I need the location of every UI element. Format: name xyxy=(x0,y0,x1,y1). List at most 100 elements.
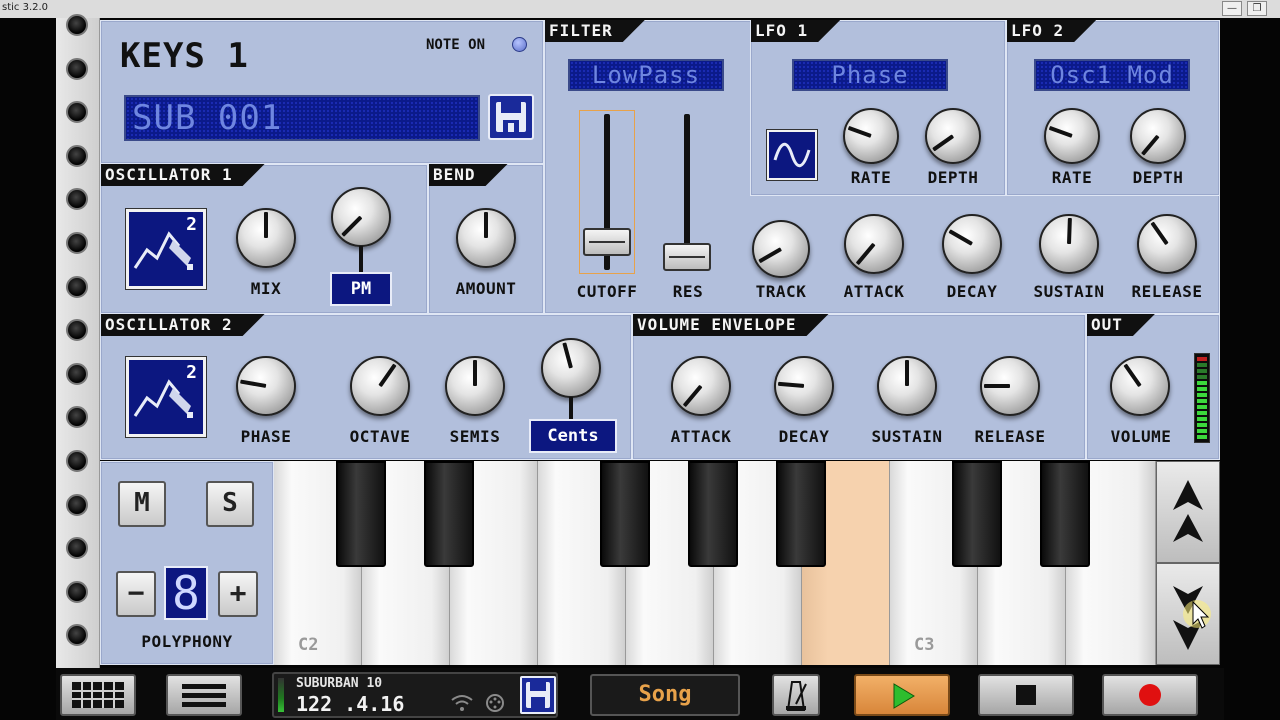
octave-down-button[interactable] xyxy=(1156,563,1220,665)
vol-sustain-knob[interactable] xyxy=(877,356,937,416)
vol-release-knob[interactable] xyxy=(980,356,1040,416)
output-level-meter xyxy=(1194,353,1210,443)
metronome-button[interactable] xyxy=(772,674,820,716)
level-meter-segment xyxy=(1197,423,1207,427)
res-label: RES xyxy=(672,282,704,301)
filter-type-display[interactable]: LowPass xyxy=(568,59,724,91)
bend-amount-knob[interactable] xyxy=(456,208,516,268)
polyphony-increase-button[interactable]: + xyxy=(218,571,258,617)
level-meter-segment xyxy=(1197,417,1207,421)
cents-mode-button[interactable]: Cents xyxy=(529,419,617,453)
lfo2-target-display[interactable]: Osc1 Mod xyxy=(1034,59,1190,91)
osc2-waveform-button[interactable]: 2 xyxy=(126,357,206,437)
osc1-mix-knob[interactable] xyxy=(236,208,296,268)
lfo1-depth-label: DEPTH xyxy=(927,168,979,187)
restore-button[interactable]: ❐ xyxy=(1247,1,1267,16)
volume-envelope-label: VOLUME ENVELOPE xyxy=(633,314,829,336)
pm-mode-button[interactable]: PM xyxy=(330,272,392,306)
piano-black-key[interactable] xyxy=(688,461,738,567)
piano-black-key[interactable] xyxy=(1040,461,1090,567)
level-meter-segment xyxy=(1197,405,1207,409)
oscillator2-label: OSCILLATOR 2 xyxy=(101,314,265,336)
cutoff-slider-handle[interactable] xyxy=(583,228,631,256)
filter-track-label: TRACK xyxy=(755,282,807,301)
polyphony-label: POLYPHONY xyxy=(141,632,233,651)
solo-button[interactable]: S xyxy=(206,481,254,527)
midi-icon xyxy=(486,694,504,712)
cpu-meter xyxy=(278,678,284,712)
machine-title: KEYS 1 xyxy=(120,36,249,76)
filter-decay-knob[interactable] xyxy=(942,214,1002,274)
song-name: SUBURBAN 10 xyxy=(296,676,383,691)
lfo1-waveform-button[interactable] xyxy=(767,130,817,180)
osc1-wave-number: 2 xyxy=(186,214,197,235)
c2-key-label: C2 xyxy=(298,635,319,655)
level-meter-segment xyxy=(1197,399,1207,403)
song-mode-button[interactable]: Song xyxy=(590,674,740,716)
lfo2-depth-knob[interactable] xyxy=(1130,108,1186,164)
piano-keyboard: C2 C3 xyxy=(274,461,1156,665)
save-preset-button[interactable] xyxy=(488,94,534,140)
piano-black-key[interactable] xyxy=(336,461,386,567)
filter-track-knob[interactable] xyxy=(752,220,810,278)
out-volume-label: VOLUME xyxy=(1110,427,1172,446)
mute-button[interactable]: M xyxy=(118,481,166,527)
vol-decay-label: DECAY xyxy=(778,427,830,446)
osc2-phase-knob[interactable] xyxy=(236,356,296,416)
save-song-button[interactable] xyxy=(520,676,556,714)
piano-black-key[interactable] xyxy=(424,461,474,567)
out-volume-knob[interactable] xyxy=(1110,356,1170,416)
play-icon xyxy=(893,683,915,709)
osc2-cents-knob[interactable] xyxy=(541,338,601,398)
lfo1-depth-knob[interactable] xyxy=(925,108,981,164)
sine-wave-icon xyxy=(773,142,811,168)
menu-button[interactable] xyxy=(166,674,242,716)
piano-black-key[interactable] xyxy=(776,461,826,567)
lfo1-rate-label: RATE xyxy=(850,168,892,187)
cutoff-label: CUTOFF xyxy=(576,282,638,301)
octave-up-button[interactable] xyxy=(1156,461,1220,563)
filter-sustain-label: SUSTAIN xyxy=(1033,282,1105,301)
vol-sustain-label: SUSTAIN xyxy=(871,427,943,446)
window-titlebar: stic 3.2.0 — ❐ xyxy=(0,0,1280,18)
lfo1-target-display[interactable]: Phase xyxy=(792,59,948,91)
rack-view-button[interactable] xyxy=(60,674,136,716)
rack-screw-hole xyxy=(66,57,88,80)
filter-release-knob[interactable] xyxy=(1137,214,1197,274)
filter-sustain-knob[interactable] xyxy=(1039,214,1099,274)
osc1-waveform-button[interactable]: 2 xyxy=(126,209,206,289)
piano-black-key[interactable] xyxy=(952,461,1002,567)
lfo1-rate-knob[interactable] xyxy=(843,108,899,164)
record-icon xyxy=(1139,684,1161,706)
oscillator1-label: OSCILLATOR 1 xyxy=(101,164,265,186)
play-button[interactable] xyxy=(854,674,950,716)
vol-decay-knob[interactable] xyxy=(774,356,834,416)
osc2-octave-knob[interactable] xyxy=(350,356,410,416)
lfo2-rate-label: RATE xyxy=(1051,168,1093,187)
vol-attack-knob[interactable] xyxy=(671,356,731,416)
rack-screw-hole xyxy=(66,580,88,603)
record-button[interactable] xyxy=(1102,674,1198,716)
preset-name-display[interactable]: SUB 001 xyxy=(124,95,480,141)
grid-icon xyxy=(72,682,124,708)
bend-amount-label: AMOUNT xyxy=(455,279,517,298)
res-slider-handle[interactable] xyxy=(663,243,711,271)
osc2-semis-knob[interactable] xyxy=(445,356,505,416)
polyphony-decrease-button[interactable]: − xyxy=(116,571,156,617)
note-on-led xyxy=(512,37,527,52)
piano-black-key[interactable] xyxy=(600,461,650,567)
minimize-button[interactable]: — xyxy=(1222,1,1242,16)
osc1-pm-knob[interactable] xyxy=(331,187,391,247)
note-on-label: NOTE ON xyxy=(426,37,486,53)
rack-screw-hole xyxy=(66,14,88,36)
stop-button[interactable] xyxy=(978,674,1074,716)
filter-release-label: RELEASE xyxy=(1131,282,1203,301)
hamburger-menu-icon xyxy=(182,684,226,707)
polyphony-value-display: 8 xyxy=(164,566,208,620)
filter-attack-knob[interactable] xyxy=(844,214,904,274)
level-meter-segment xyxy=(1197,387,1207,391)
filter-decay-label: DECAY xyxy=(946,282,998,301)
lfo2-rate-knob[interactable] xyxy=(1044,108,1100,164)
level-meter-segment xyxy=(1197,381,1207,385)
level-meter-segment xyxy=(1197,375,1207,379)
